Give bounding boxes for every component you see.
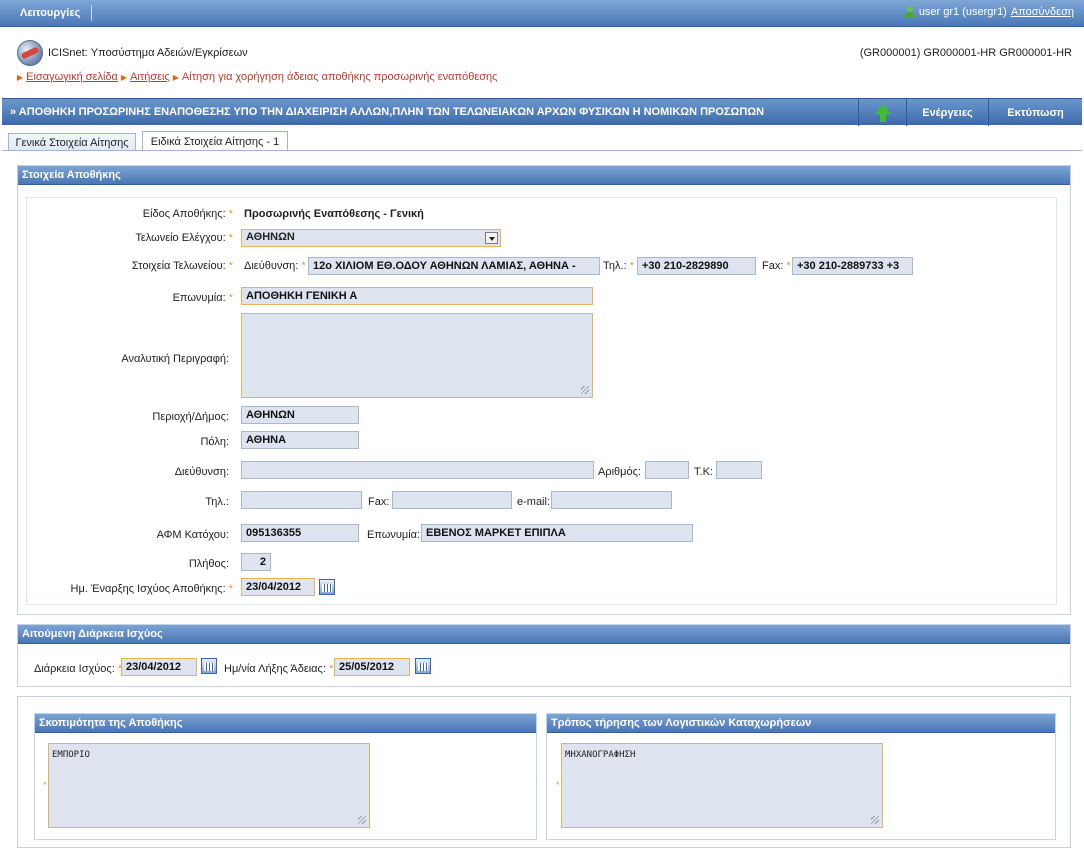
office-address-label: Διεύθυνση: * (244, 260, 306, 272)
owner-name-label: Επωνυμία: (367, 529, 421, 541)
email-label: e-mail: (517, 496, 551, 508)
warehouse-type-label: Είδος Αποθήκης: * (142, 208, 233, 220)
owner-name-field: ΕΒΕΝΟΣ ΜΑΡΚΕΤ ΕΠΙΠΛΑ (421, 524, 693, 542)
chevron-down-icon[interactable] (485, 232, 498, 244)
breadcrumb-arrow-icon: ▶ (17, 72, 24, 82)
address-label: Διεύθυνση: (174, 466, 229, 478)
tab-special-details[interactable]: Ειδικά Στοιχεία Αίτησης - 1 (142, 131, 288, 151)
zip-label: Τ.Κ: (694, 466, 713, 478)
office-fax-label: Fax: * (762, 260, 791, 272)
purpose-required-mark: * (43, 780, 47, 790)
fax-label: Fax: (368, 496, 390, 508)
accounting-textarea[interactable]: ΜΗΧΑΝΟΓΡΑΦΗΣΗ (561, 743, 883, 828)
zip-input[interactable] (716, 461, 762, 479)
description-textarea[interactable] (241, 313, 593, 398)
customs-office-label: Τελωνείο Ελέγχου: * (135, 232, 233, 244)
accounting-section-title: Τρόπος τήρησης των Λογιστικών Καταχωρήσε… (547, 714, 1055, 733)
purpose-textarea[interactable]: ΕΜΠΟΡΙΟ (48, 743, 370, 828)
phone-input[interactable] (241, 491, 362, 509)
page: Λειτουργίες user gr1 (usergr1) Αποσύνδεσ… (0, 0, 1084, 858)
functions-menu[interactable]: Λειτουργίες (20, 7, 80, 19)
actions-button[interactable]: Ενέργειες (906, 99, 988, 126)
duration-label: Διάρκεια Ισχύος: * (34, 663, 123, 675)
customs-office-value: ΑΘΗΝΩΝ (246, 231, 295, 243)
office-address-field: 12ο ΧΙΛΙΟΜ ΕΘ.ΟΔΟΥ ΑΘΗΝΩΝ ΛΑΜΙΑΣ, ΑΘΗΝΑ … (308, 257, 600, 275)
customs-office-select[interactable]: ΑΘΗΝΩΝ (241, 229, 501, 247)
user-name: user gr1 (usergr1) (918, 6, 1007, 18)
resize-grip-icon[interactable] (581, 386, 589, 394)
breadcrumb-applications-link[interactable]: Αιτήσεις (130, 71, 170, 83)
office-fax-field: +30 210-2889733 +3 (792, 257, 913, 275)
calendar-icon[interactable] (319, 579, 335, 595)
menu-separator (91, 5, 92, 21)
count-input[interactable]: 2 (241, 553, 271, 571)
resize-grip-icon[interactable] (358, 816, 366, 824)
breadcrumb: ▶ Εισαγωγική σελίδα ▶ Αιτήσεις ▶ Αίτηση … (17, 71, 497, 83)
duration-panel: Αιτούμενη Διάρκεια Ισχύος (17, 624, 1071, 687)
warehouse-section-title: Στοιχεία Αποθήκης (18, 166, 1070, 185)
green-up-arrow-icon (874, 103, 891, 122)
start-date-input[interactable]: 23/04/2012 (241, 578, 315, 596)
duration-section-title: Αιτούμενη Διάρκεια Ισχύος (18, 625, 1070, 644)
start-date-label: Ημ. Έναρξης Ισχύος Αποθήκης: * (70, 583, 233, 595)
fax-input[interactable] (392, 491, 512, 509)
warehouse-type-value: Προσωρινής Εναπόθεσης - Γενική (244, 208, 424, 220)
office-info-label: Στοιχεία Τελωνείου: * (131, 260, 233, 272)
breadcrumb-current: Αίτηση για χορήγηση άδειας αποθήκης προσ… (181, 71, 498, 83)
calendar-icon[interactable] (415, 658, 431, 674)
office-codes: (GR000001) GR000001-HR GR000001-HR (859, 47, 1072, 59)
office-phone-label: Τηλ.: * (603, 260, 634, 272)
number-label: Αριθμός: (598, 466, 641, 478)
afm-input[interactable]: 095136355 (241, 524, 359, 542)
number-input[interactable] (645, 461, 689, 479)
purpose-text: ΕΜΠΟΡΙΟ (52, 750, 90, 760)
count-label: Πλήθος: (188, 558, 229, 570)
accounting-required-mark: * (556, 780, 560, 790)
end-date-label: Ημ/νία Λήξης Άδειας: * (224, 663, 334, 675)
email-input[interactable] (551, 491, 672, 509)
afm-label: ΑΦΜ Κατόχου: (156, 529, 229, 541)
submit-arrow-button[interactable] (858, 99, 906, 126)
purpose-section-title: Σκοπιμότητα της Αποθήκης (35, 714, 536, 733)
top-bar: Λειτουργίες user gr1 (usergr1) Αποσύνδεσ… (0, 0, 1084, 27)
breadcrumb-arrow-icon: ▶ (172, 72, 179, 82)
resize-grip-icon[interactable] (871, 816, 879, 824)
user-icon (903, 6, 915, 18)
app-title: ICISnet: Υποσύστημα Αδειών/Εγκρίσεων (48, 47, 248, 59)
warehouse-name-label: Επωνυμία: * (172, 292, 233, 304)
address-input[interactable] (241, 461, 594, 479)
phone-label: Τηλ.: (205, 496, 229, 508)
region-label: Περιοχή/Δήμος: (152, 411, 229, 423)
breadcrumb-arrow-icon: ▶ (120, 72, 128, 82)
city-input[interactable]: ΑΘΗΝΑ (241, 431, 359, 449)
office-phone-field: +30 210-2829890 (637, 257, 756, 275)
accounting-text: ΜΗΧΑΝΟΓΡΑΦΗΣΗ (565, 750, 636, 760)
print-button[interactable]: Εκτύπωση (988, 99, 1082, 126)
logout-link[interactable]: Αποσύνδεση (1011, 6, 1074, 18)
form-title: » ΑΠΟΘΗΚΗ ΠΡΟΣΩΡΙΝΗΣ ΕΝΑΠΟΘΕΣΗΣ ΥΠΟ ΤΗΝ … (10, 106, 765, 118)
icisnet-logo-icon (17, 40, 43, 66)
warehouse-name-input[interactable]: ΑΠΟΘΗΚΗ ΓΕΝΙΚΗ Α (241, 287, 593, 305)
form-title-bar: » ΑΠΟΘΗΚΗ ΠΡΟΣΩΡΙΝΗΣ ΕΝΑΠΟΘΕΣΗΣ ΥΠΟ ΤΗΝ … (2, 98, 1082, 126)
user-info: user gr1 (usergr1) Αποσύνδεση (903, 6, 1074, 18)
city-label: Πόλη: (200, 436, 229, 448)
breadcrumb-home-link[interactable]: Εισαγωγική σελίδα (26, 71, 118, 83)
calendar-icon[interactable] (201, 658, 217, 674)
tab-general-details[interactable]: Γενικά Στοιχεία Αίτησης (8, 133, 136, 151)
duration-start-input[interactable]: 23/04/2012 (121, 658, 197, 676)
region-input[interactable]: ΑΘΗΝΩΝ (241, 406, 359, 424)
end-date-input[interactable]: 25/05/2012 (334, 658, 410, 676)
tab-underline (2, 150, 1082, 151)
description-label: Αναλυτική Περιγραφή: (121, 353, 229, 365)
